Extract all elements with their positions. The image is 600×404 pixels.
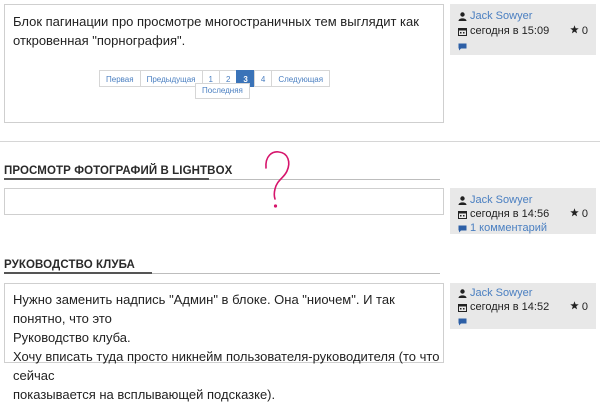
user-icon — [458, 196, 467, 205]
star-rating[interactable]: 0 — [570, 301, 588, 313]
calendar-icon — [458, 28, 467, 36]
meta-comments-row — [458, 40, 470, 53]
question-mark-annotation — [265, 151, 290, 208]
calendar-icon — [458, 304, 467, 312]
meta-time-row: сегодня в 14:52 — [458, 301, 549, 314]
meta-author-row: Jack Sowyer — [458, 194, 532, 207]
author-link[interactable]: Jack Sowyer — [470, 287, 532, 299]
comment-icon[interactable] — [458, 43, 467, 51]
post-time: сегодня в 14:52 — [470, 301, 550, 313]
calendar-icon — [458, 211, 467, 219]
post-text: Нужно заменить надпись "Админ" в блоке. … — [13, 290, 441, 404]
topic-title-lightbox[interactable]: ПРОСМОТР ФОТОГРАФИЙ В LIGHTBOX — [4, 165, 232, 177]
meta-author-row: Jack Sowyer — [458, 287, 532, 300]
star-rating[interactable]: 0 — [570, 208, 588, 220]
author-link[interactable]: Jack Sowyer — [470, 194, 532, 206]
star-count: 0 — [581, 25, 588, 37]
user-icon — [458, 12, 467, 21]
user-icon — [458, 289, 467, 298]
pagination-last-tooltip[interactable]: Последняя — [195, 83, 250, 99]
comment-icon[interactable] — [458, 318, 467, 326]
pagination-next[interactable]: Следующая — [271, 70, 331, 87]
author-link[interactable]: Jack Sowyer — [470, 10, 532, 22]
pagination-prev[interactable]: Предыдущая — [139, 70, 203, 87]
pagination-first[interactable]: Первая — [99, 70, 141, 87]
post-meta-panel: Jack Sowyer сегодня в 14:56 0 1 коммента… — [450, 188, 596, 234]
meta-comments-row — [458, 315, 470, 328]
comment-icon[interactable] — [458, 225, 467, 233]
pagination-page-4[interactable]: 4 — [253, 70, 273, 87]
post-text-line: показывается на всплывающей подсказке). — [13, 387, 276, 402]
star-icon — [570, 25, 579, 34]
meta-time-row: сегодня в 15:09 — [458, 25, 549, 38]
post-content-box-empty — [4, 188, 444, 215]
comments-link[interactable]: 1 комментарий — [470, 222, 547, 234]
post-text-line: Нужно заменить надпись "Админ" в блоке. … — [13, 292, 395, 326]
post-time: сегодня в 14:56 — [470, 208, 550, 220]
topic-title-club-leadership[interactable]: РУКОВОДСТВО КЛУБА — [4, 259, 135, 271]
meta-comments-row: 1 комментарий — [458, 222, 547, 235]
star-icon — [570, 301, 579, 310]
post-text-line: откровенная "порнография". — [13, 33, 186, 48]
star-rating[interactable]: 0 — [570, 25, 588, 37]
meta-author-row: Jack Sowyer — [458, 10, 532, 23]
post-meta-panel: Jack Sowyer сегодня в 15:09 0 — [450, 4, 596, 55]
meta-time-row: сегодня в 14:56 — [458, 208, 549, 221]
post-text-line: Руководство клуба. — [13, 330, 131, 345]
star-count: 0 — [581, 208, 588, 220]
title-underline — [4, 178, 209, 180]
star-icon — [570, 208, 579, 217]
divider — [0, 141, 600, 142]
post-text-line: Блок пагинации про просмотре многострани… — [13, 14, 419, 29]
post-text: Блок пагинации про просмотре многострани… — [13, 12, 438, 50]
title-underline — [4, 272, 152, 274]
post-text-line: Хочу вписать туда просто никнейм пользов… — [13, 349, 440, 383]
star-count: 0 — [581, 301, 588, 313]
post-time: сегодня в 15:09 — [470, 25, 550, 37]
post-meta-panel: Jack Sowyer сегодня в 14:52 0 — [450, 283, 596, 329]
